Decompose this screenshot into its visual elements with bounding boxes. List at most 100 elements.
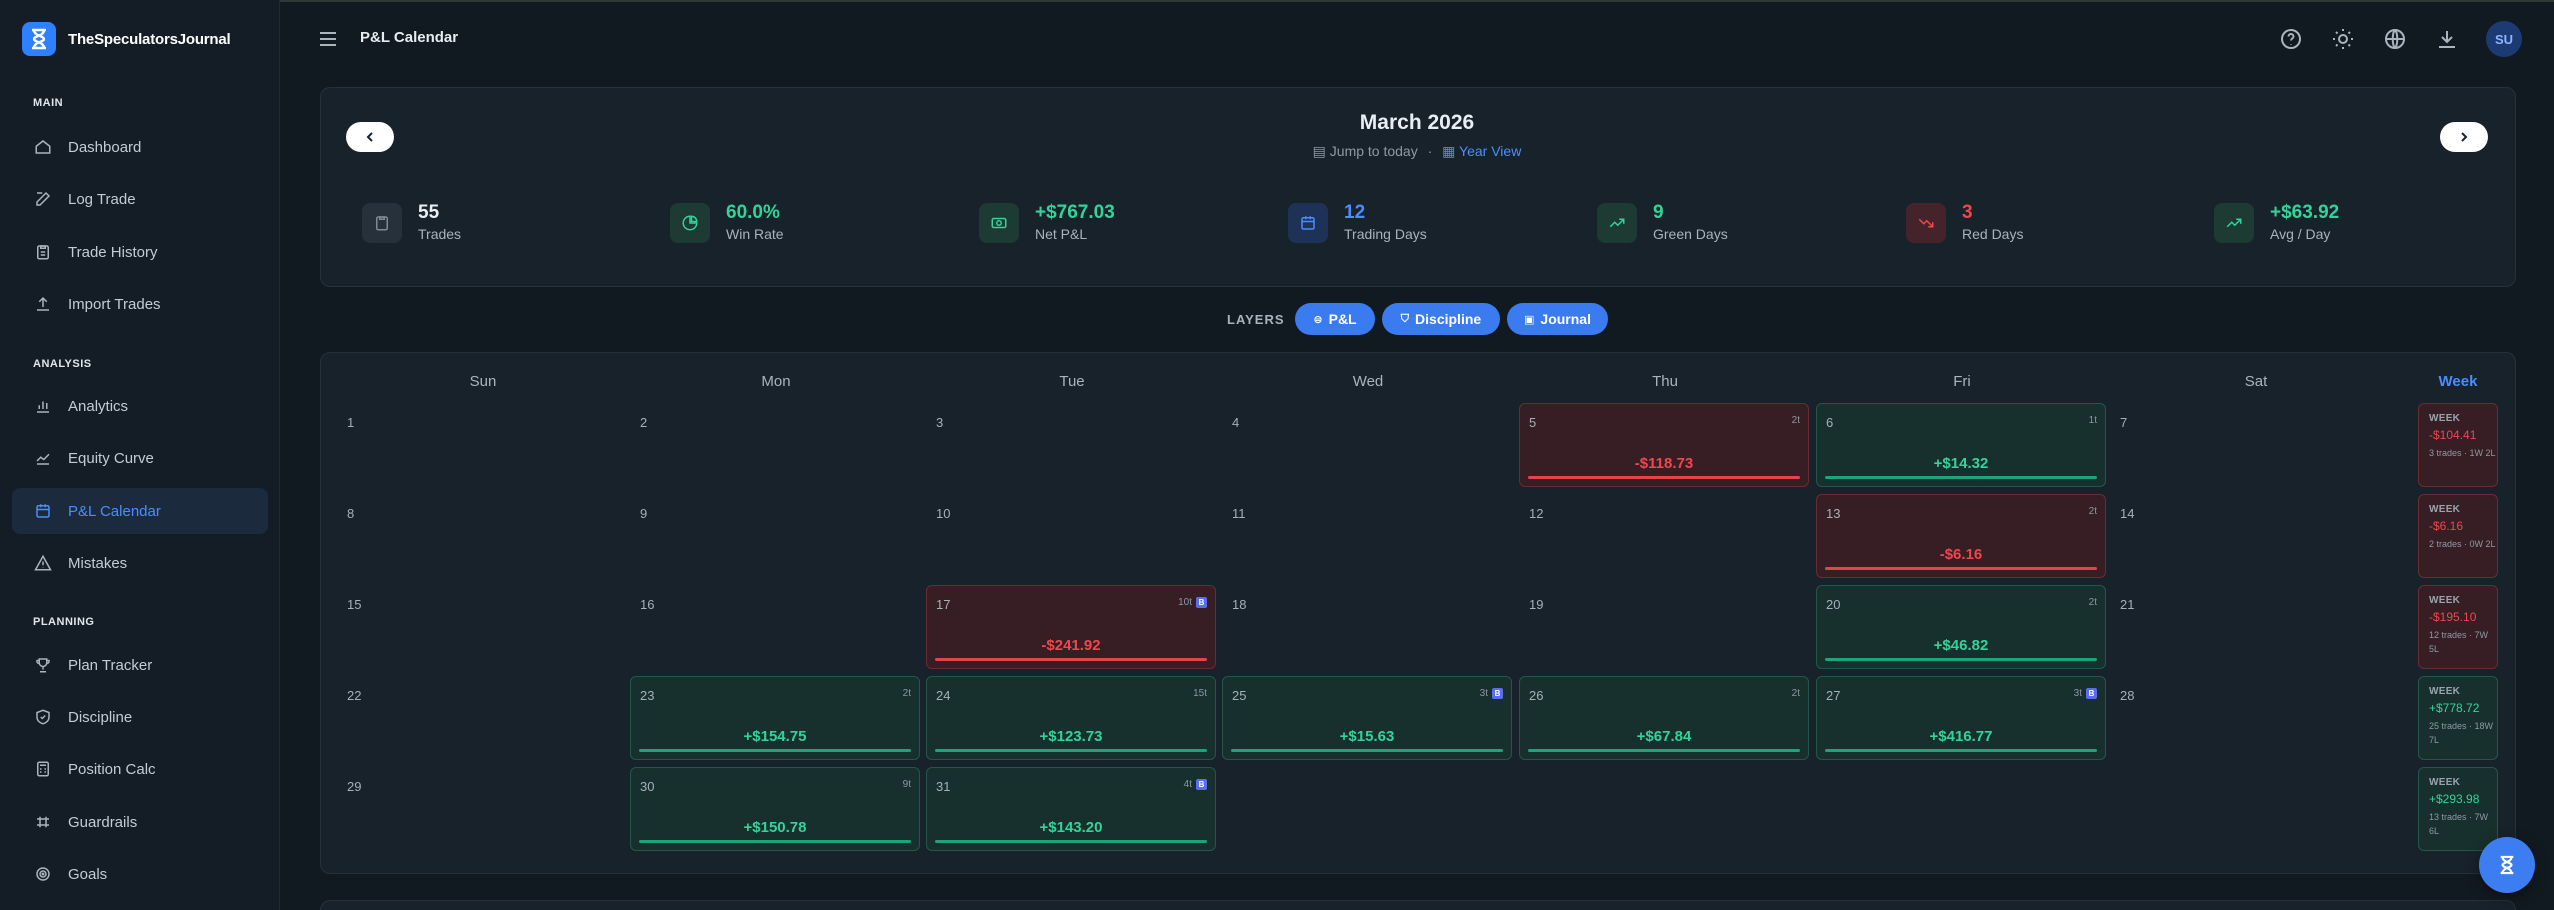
- layer-discipline-toggle[interactable]: ⛉ Discipline: [1382, 303, 1500, 335]
- day-pnl: +$67.84: [1636, 728, 1692, 745]
- trophy-icon: [36, 658, 50, 673]
- day-number: 8: [347, 506, 355, 521]
- day-cell-24[interactable]: 24 15t +$123.73: [926, 676, 1216, 760]
- day-cell-5[interactable]: 5 2t -$118.73: [1519, 403, 1809, 487]
- download-icon[interactable]: [2435, 27, 2459, 51]
- sidebar-item-pnl-calendar[interactable]: P&L Calendar: [12, 488, 268, 534]
- section-label-analysis: ANALYSIS: [33, 358, 92, 370]
- day-cell-31[interactable]: 31 4t B +$143.20: [926, 767, 1216, 851]
- day-cell-23[interactable]: 23 2t +$154.75: [630, 676, 920, 760]
- sidebar-item-guardrails[interactable]: Guardrails: [12, 799, 268, 845]
- stat-value: 12: [1344, 202, 1366, 223]
- day-cell-17[interactable]: 17 10t B -$241.92: [926, 585, 1216, 669]
- day-number: 25: [1232, 688, 1247, 703]
- day-pnl: +$150.78: [743, 819, 807, 836]
- trade-count-label: 2t: [2088, 506, 2097, 517]
- chevron-left-icon: [366, 132, 373, 142]
- sidebar-item-mistakes[interactable]: Mistakes: [12, 540, 268, 586]
- pnl-bar: [1528, 476, 1800, 479]
- hourglass-logo-icon: [22, 22, 56, 56]
- stat-label: Win Rate: [726, 226, 784, 242]
- stat-win-rate: 60.0% Win Rate: [670, 202, 784, 244]
- jump-to-today-link[interactable]: ▤ Jump to today: [1313, 143, 1418, 159]
- day-number: 10: [936, 506, 951, 521]
- sidebar-item-dashboard[interactable]: Dashboard: [12, 124, 268, 170]
- day-cell-25[interactable]: 25 3t B +$15.63: [1222, 676, 1512, 760]
- sidebar-item-plan-tracker[interactable]: Plan Tracker: [12, 642, 268, 688]
- week-title: WEEK: [2429, 777, 2461, 788]
- week-pnl: -$195.10: [2429, 610, 2477, 624]
- pnl-bar: [639, 749, 911, 752]
- sidebar-item-label: P&L Calendar: [68, 502, 161, 520]
- stat-label: Trades: [418, 226, 462, 242]
- day-number: 4: [1232, 415, 1240, 430]
- day-cell-15: 15: [337, 585, 627, 669]
- day-number: 20: [1826, 597, 1841, 612]
- sun-icon[interactable]: [2331, 27, 2355, 51]
- quick-action-button[interactable]: [2479, 837, 2535, 893]
- day-cell-26[interactable]: 26 2t +$67.84: [1519, 676, 1809, 760]
- stat-value: +$63.92: [2270, 202, 2340, 223]
- sidebar-item-trade-history[interactable]: Trade History: [12, 229, 268, 275]
- day-pnl: +$143.20: [1039, 819, 1103, 836]
- stat-label: Green Days: [1653, 226, 1728, 242]
- dow-header-tue: Tue: [1059, 373, 1085, 390]
- day-cell-4: 4: [1222, 403, 1512, 487]
- sidebar-item-label: Position Calc: [68, 760, 156, 778]
- sidebar-item-log-trade[interactable]: Log Trade: [12, 176, 268, 222]
- brand[interactable]: TheSpeculatorsJournal: [22, 22, 231, 56]
- week-summary[interactable]: WEEK -$195.10 12 trades · 7W 5L: [2418, 585, 2498, 669]
- week-summary[interactable]: WEEK -$6.16 2 trades · 0W 2L: [2418, 494, 2498, 578]
- layer-pnl-toggle[interactable]: ⊜ P&L: [1295, 303, 1375, 335]
- layer-label: P&L: [1328, 311, 1357, 327]
- day-cell-11: 11: [1222, 494, 1512, 578]
- day-cell-6[interactable]: 6 1t +$14.32: [1816, 403, 2106, 487]
- sidebar-item-label: Trade History: [68, 243, 158, 261]
- trade-count: 10t B: [1178, 597, 1207, 608]
- pie-icon: [670, 203, 710, 243]
- day-number: 23: [640, 688, 655, 703]
- day-number: 18: [1232, 597, 1247, 612]
- sidebar-item-import-trades[interactable]: Import Trades: [12, 281, 268, 327]
- sidebar-item-discipline[interactable]: Discipline: [12, 694, 268, 740]
- day-number: 11: [1232, 506, 1246, 521]
- next-month-button[interactable]: [2440, 122, 2488, 152]
- week-summary[interactable]: WEEK +$293.98 13 trades · 7W 6L: [2418, 767, 2498, 851]
- stat-value: 55: [418, 202, 440, 223]
- sidebar-item-equity-curve[interactable]: Equity Curve: [12, 435, 268, 481]
- day-cell-30[interactable]: 30 9t +$150.78: [630, 767, 920, 851]
- sidebar-item-analytics[interactable]: Analytics: [12, 383, 268, 429]
- layer-journal-toggle[interactable]: ▣ Journal: [1507, 303, 1608, 335]
- sidebar-item-position-calc[interactable]: Position Calc: [12, 746, 268, 792]
- year-view-link[interactable]: ▦ Year View: [1442, 143, 1521, 159]
- globe-icon[interactable]: [2383, 27, 2407, 51]
- week-summary[interactable]: WEEK -$104.41 3 trades · 1W 2L: [2418, 403, 2498, 487]
- week-summary[interactable]: WEEK +$778.72 25 trades · 18W 7L: [2418, 676, 2498, 760]
- sidebar-item-goals[interactable]: Goals: [12, 851, 268, 897]
- page-title: P&L Calendar: [360, 29, 459, 46]
- trade-count-label: 15t: [1193, 688, 1207, 699]
- menu-icon[interactable]: [318, 29, 338, 49]
- avatar[interactable]: SU: [2486, 21, 2522, 57]
- day-cell-20[interactable]: 20 2t +$46.82: [1816, 585, 2106, 669]
- day-cell-13[interactable]: 13 2t -$6.16: [1816, 494, 2106, 578]
- day-number: 9: [640, 506, 648, 521]
- day-number: 14: [2120, 506, 2135, 521]
- trade-count-label: 3t: [2073, 688, 2082, 699]
- pnl-bar: [935, 658, 1207, 661]
- day-cell-7: 7: [2110, 403, 2400, 487]
- prev-month-button[interactable]: [346, 122, 394, 152]
- stat-red-days: 3 Red Days: [1906, 202, 2023, 244]
- section-label-planning: PLANNING: [33, 616, 95, 628]
- pnl-bar: [935, 840, 1207, 843]
- trend-down-icon: [1906, 203, 1946, 243]
- trend-up-icon: [2214, 203, 2254, 243]
- trade-count: 15t: [1193, 688, 1207, 699]
- day-cell-2: 2: [630, 403, 920, 487]
- day-cell-21: 21: [2110, 585, 2400, 669]
- day-cell-27[interactable]: 27 3t B +$416.77: [1816, 676, 2106, 760]
- day-number: 24: [936, 688, 951, 703]
- trade-count: 2t: [2089, 597, 2097, 608]
- help-icon[interactable]: [2279, 27, 2303, 51]
- day-cell-28: 28: [2110, 676, 2400, 760]
